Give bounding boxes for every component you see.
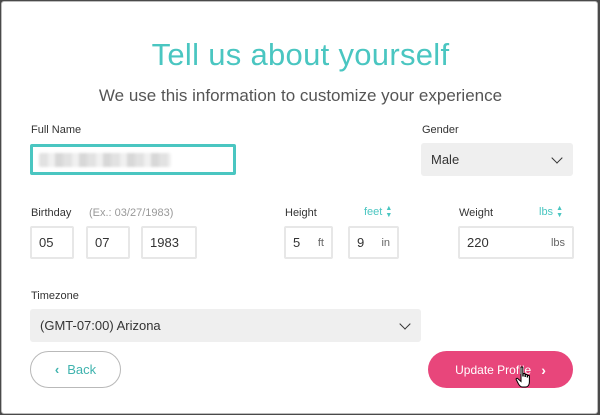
height-inches-value: 9 [357,235,365,250]
height-feet-input[interactable]: 5 ft [284,226,333,259]
hand-cursor-icon [515,366,530,388]
timezone-select[interactable]: (GMT-07:00) Arizona [30,309,421,342]
chevron-down-icon [551,151,563,164]
redacted-name-value [39,152,171,167]
timezone-selected-value: (GMT-07:00) Arizona [40,318,161,333]
height-label: Height [285,207,317,219]
chevron-right-icon: › [541,361,546,378]
birthday-year-input[interactable]: 1983 [141,226,197,259]
timezone-label: Timezone [31,290,79,302]
sort-arrows-icon: ▲ ▼ [556,205,563,219]
full-name-input[interactable] [30,144,236,175]
chevron-left-icon: ‹ [54,362,60,377]
birthday-month-value: 05 [39,235,54,250]
birthday-month-input[interactable]: 05 [30,226,74,259]
birthday-label: Birthday [31,207,72,219]
weight-unit-value: lbs [539,206,554,218]
birthday-day-value: 07 [95,235,110,250]
weight-value: 220 [467,235,489,250]
page-subtitle: We use this information to customize you… [98,86,503,105]
height-feet-value: 5 [293,235,301,250]
weight-unit: lbs [550,236,565,249]
height-inches-input[interactable]: 9 in [348,226,399,259]
back-button-label: Back [67,362,97,377]
gender-selected-value: Male [431,152,460,167]
height-unit-toggle[interactable]: feet ▲ ▼ [364,205,392,219]
weight-input[interactable]: 220 lbs [458,226,574,259]
full-name-label: Full Name [31,124,82,136]
weight-unit-toggle[interactable]: lbs ▲ ▼ [539,205,563,219]
sort-arrows-icon: ▲ ▼ [385,205,393,219]
birthday-year-value: 1983 [150,235,179,250]
gender-label: Gender [422,124,459,136]
birthday-day-input[interactable]: 07 [86,226,130,259]
gender-select[interactable]: Male [421,143,573,176]
birthday-hint: (Ex.: 03/27/1983) [89,207,174,219]
height-unit-value: feet [364,206,383,218]
update-profile-button[interactable]: Update Profile › [428,351,573,388]
back-button[interactable]: ‹ Back [30,351,121,388]
height-inches-unit: in [381,236,390,249]
chevron-down-icon [399,317,411,330]
height-feet-unit: ft [317,236,324,249]
weight-label: Weight [459,207,494,219]
profile-dialog: Tell us about yourself We use this infor… [1,1,598,414]
page-title: Tell us about yourself [151,37,450,72]
